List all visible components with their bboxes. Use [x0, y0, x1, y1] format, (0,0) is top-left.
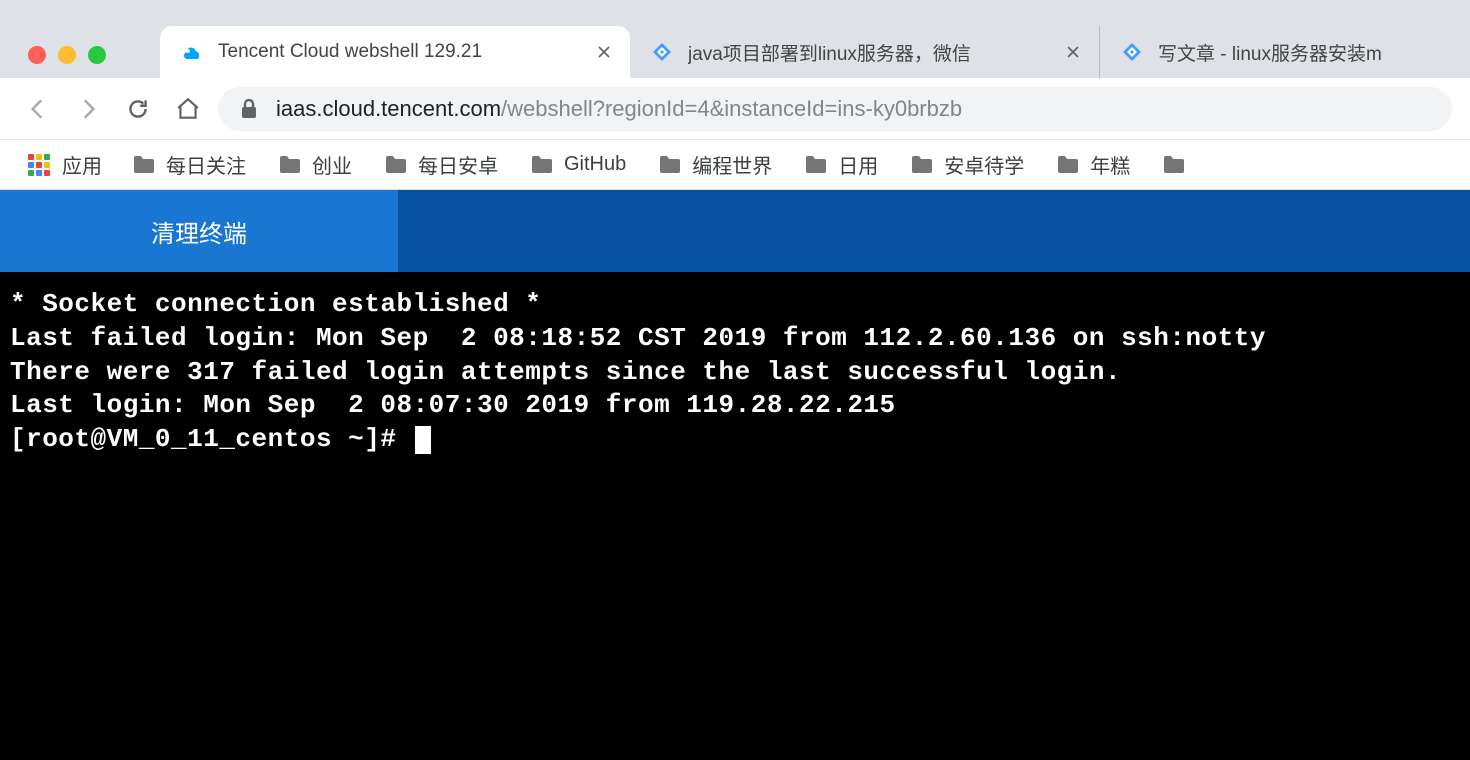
url-host: iaas.cloud.tencent.com	[276, 96, 501, 122]
terminal-line: There were 317 failed login attempts sin…	[10, 356, 1460, 390]
terminal-output[interactable]: * Socket connection established *Last fa…	[0, 272, 1470, 760]
bookmark-item[interactable]: 每日关注	[120, 146, 258, 183]
bookmarks-bar: 应用 每日关注 创业 每日安卓 GitHub 编程世界 日用 安卓待学 年糕	[0, 140, 1470, 190]
back-button[interactable]	[18, 89, 58, 129]
lock-icon	[240, 99, 258, 119]
url-path: /webshell?regionId=4&instanceId=ins-ky0b…	[501, 96, 962, 122]
tab-close-button[interactable]	[594, 42, 614, 62]
bookmark-item[interactable]: 每日安卓	[372, 146, 510, 183]
reload-button[interactable]	[118, 89, 158, 129]
window-close-button[interactable]	[28, 46, 46, 64]
terminal-prompt: [root@VM_0_11_centos ~]#	[10, 424, 413, 454]
folder-icon	[910, 155, 934, 175]
folder-icon	[278, 155, 302, 175]
bookmark-item[interactable]: 日用	[792, 146, 890, 183]
folder-icon	[658, 155, 682, 175]
terminal-cursor	[415, 426, 431, 454]
browser-tab-active[interactable]: Tencent Cloud webshell 129.21	[160, 26, 630, 78]
csdn-icon	[1120, 40, 1144, 64]
folder-icon	[1162, 155, 1186, 175]
csdn-icon	[650, 40, 674, 64]
bookmark-label: 日用	[838, 150, 878, 179]
tab-title: Tencent Cloud webshell 129.21	[218, 41, 584, 63]
home-button[interactable]	[168, 89, 208, 129]
browser-toolbar: iaas.cloud.tencent.com/webshell?regionId…	[0, 78, 1470, 140]
terminal-toolbar: 清理终端	[0, 190, 1470, 272]
tab-title: java项目部署到linux服务器，微信	[688, 39, 1053, 66]
bookmark-label: 创业	[312, 150, 352, 179]
browser-tab[interactable]: java项目部署到linux服务器，微信	[630, 26, 1100, 78]
bookmark-item[interactable]: 创业	[266, 146, 364, 183]
bookmark-label: 每日关注	[166, 150, 246, 179]
forward-button[interactable]	[68, 89, 108, 129]
clear-terminal-label: 清理终端	[151, 214, 247, 249]
folder-icon	[804, 155, 828, 175]
window-maximize-button[interactable]	[88, 46, 106, 64]
browser-tab-strip: Tencent Cloud webshell 129.21 java项目部署到l…	[0, 0, 1470, 78]
terminal-prompt-line: [root@VM_0_11_centos ~]#	[10, 423, 1460, 457]
address-bar[interactable]: iaas.cloud.tencent.com/webshell?regionId…	[218, 87, 1452, 131]
bookmark-label: 安卓待学	[944, 150, 1024, 179]
bookmark-label: 每日安卓	[418, 150, 498, 179]
bookmark-item[interactable]: 年糕	[1044, 146, 1142, 183]
window-minimize-button[interactable]	[58, 46, 76, 64]
bookmark-item[interactable]: GitHub	[518, 146, 638, 183]
apps-label: 应用	[62, 150, 102, 179]
bookmark-item[interactable]	[1150, 146, 1198, 183]
folder-icon	[1056, 155, 1080, 175]
clear-terminal-button[interactable]: 清理终端	[0, 190, 398, 272]
terminal-line: * Socket connection established *	[10, 288, 1460, 322]
macos-window-controls	[28, 46, 106, 64]
bookmark-label: 编程世界	[692, 150, 772, 179]
tab-title: 写文章 - linux服务器安装m	[1158, 39, 1444, 66]
folder-icon	[132, 155, 156, 175]
terminal-line: Last failed login: Mon Sep 2 08:18:52 CS…	[10, 322, 1460, 356]
apps-grid-icon	[28, 154, 50, 176]
bookmark-item[interactable]: 编程世界	[646, 146, 784, 183]
folder-icon	[530, 155, 554, 175]
bookmark-item[interactable]: 安卓待学	[898, 146, 1036, 183]
apps-button[interactable]: 应用	[18, 146, 112, 183]
bookmark-label: GitHub	[564, 153, 626, 176]
browser-tab[interactable]: 写文章 - linux服务器安装m	[1100, 26, 1460, 78]
folder-icon	[384, 155, 408, 175]
tab-close-button[interactable]	[1063, 42, 1083, 62]
terminal-line: Last login: Mon Sep 2 08:07:30 2019 from…	[10, 389, 1460, 423]
bookmark-label: 年糕	[1090, 150, 1130, 179]
tencent-cloud-icon	[180, 40, 204, 64]
